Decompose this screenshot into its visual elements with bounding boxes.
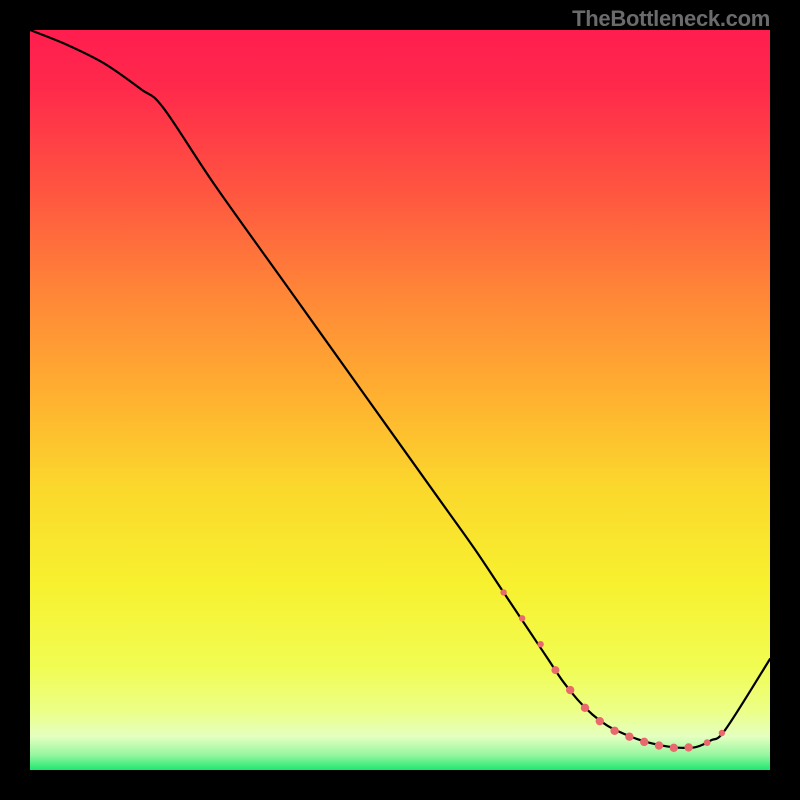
- marker-dot: [670, 744, 678, 752]
- chart-svg: [30, 30, 770, 770]
- marker-dot: [655, 741, 663, 749]
- marker-dot: [500, 589, 506, 595]
- gradient-background: [30, 30, 770, 770]
- marker-dot: [640, 738, 648, 746]
- marker-dot: [684, 743, 692, 751]
- marker-dot: [519, 615, 525, 621]
- marker-dot: [719, 730, 725, 736]
- marker-dot: [625, 733, 633, 741]
- marker-dot: [566, 686, 574, 694]
- chart-container: TheBottleneck.com: [0, 0, 800, 800]
- marker-dot: [610, 727, 618, 735]
- marker-dot: [596, 717, 604, 725]
- watermark-text: TheBottleneck.com: [572, 6, 770, 32]
- marker-dot: [704, 739, 711, 746]
- marker-dot: [581, 704, 589, 712]
- marker-dot: [537, 641, 543, 647]
- marker-dot: [551, 666, 559, 674]
